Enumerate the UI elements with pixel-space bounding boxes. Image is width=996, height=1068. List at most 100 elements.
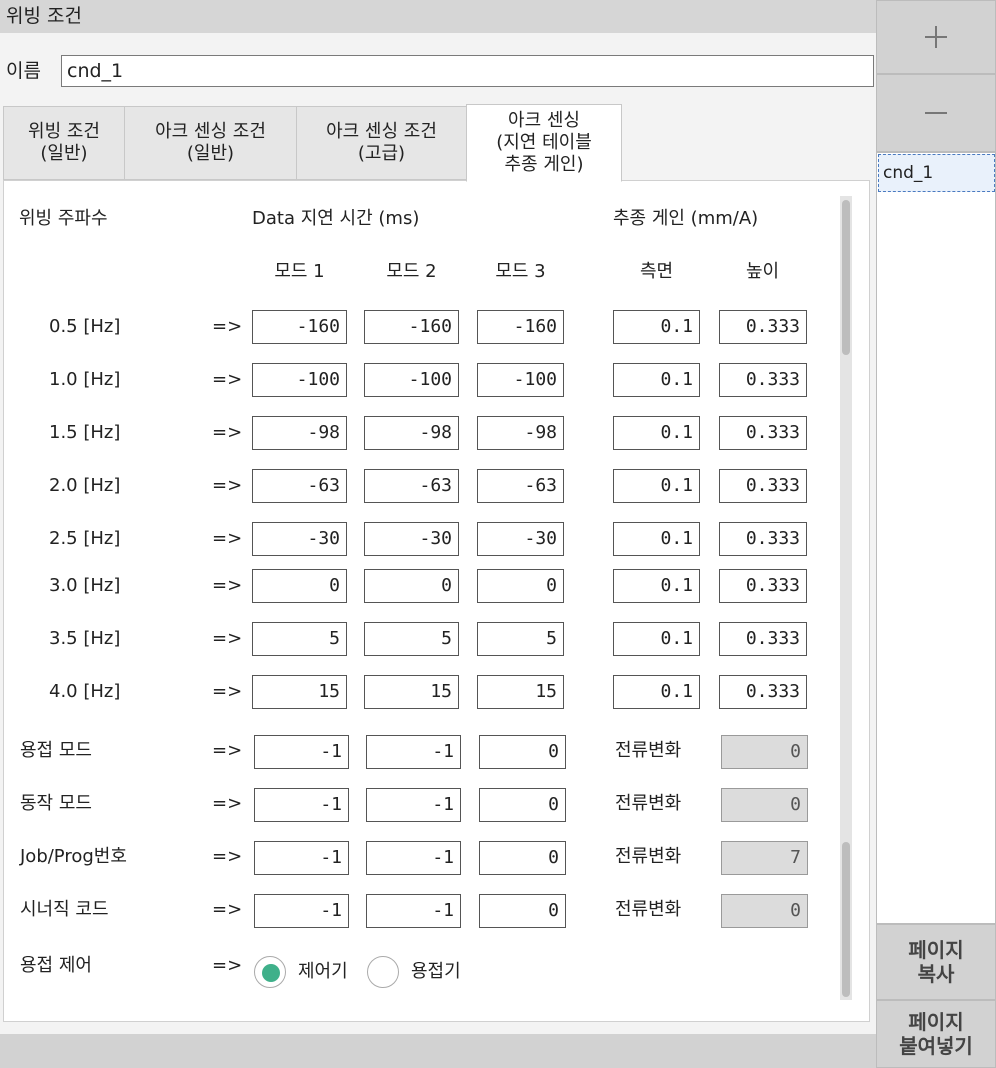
frequency-label: 2.0 [Hz]: [49, 475, 121, 496]
remove-condition-button[interactable]: [876, 74, 996, 152]
paste-page-button[interactable]: 페이지 붙여넣기: [876, 1000, 996, 1068]
radio-welder[interactable]: [367, 956, 399, 988]
delay-mode3-input[interactable]: 5: [477, 622, 564, 656]
delay-mode1-input[interactable]: -100: [252, 363, 347, 397]
delay-mode1-input[interactable]: 15: [252, 675, 347, 709]
tab-label-line2: (지연 테이블: [496, 132, 592, 153]
current-change-label: 전류변화: [615, 899, 682, 920]
header-tracking-gain: 추종 게인 (mm/A): [613, 208, 759, 229]
gain-side-input[interactable]: 0.1: [613, 469, 700, 503]
tab-arc-sensing-general[interactable]: 아크 센싱 조건 (일반): [124, 106, 297, 180]
param-mode2-input[interactable]: -1: [366, 841, 461, 875]
scrollbar-thumb-top[interactable]: [842, 200, 850, 355]
gain-side-input[interactable]: 0.1: [613, 622, 700, 656]
minus-icon: [925, 112, 947, 114]
delay-mode2-input[interactable]: 0: [364, 569, 459, 603]
delay-mode1-input[interactable]: 5: [252, 622, 347, 656]
gain-height-input[interactable]: 0.333: [719, 363, 807, 397]
header-mode-3: 모드 3: [495, 261, 546, 282]
delay-mode2-input[interactable]: 15: [364, 675, 459, 709]
arrow-label: =>: [212, 475, 243, 496]
copy-page-label-line1: 페이지: [908, 938, 964, 962]
param-mode3-input[interactable]: 0: [479, 735, 566, 769]
header-data-delay: Data 지연 시간 (ms): [252, 208, 420, 229]
gain-height-input[interactable]: 0.333: [719, 469, 807, 503]
delay-mode2-input[interactable]: -160: [364, 310, 459, 344]
delay-mode3-input[interactable]: 15: [477, 675, 564, 709]
delay-mode3-input[interactable]: -63: [477, 469, 564, 503]
delay-mode1-input[interactable]: -98: [252, 416, 347, 450]
delay-mode2-input[interactable]: -100: [364, 363, 459, 397]
delay-mode1-input[interactable]: -30: [252, 522, 347, 556]
arrow-label: =>: [212, 628, 243, 649]
tab-weaving-general[interactable]: 위빙 조건 (일반): [3, 106, 125, 180]
gain-side-input[interactable]: 0.1: [613, 522, 700, 556]
param-mode1-input[interactable]: -1: [254, 841, 349, 875]
gain-side-input[interactable]: 0.1: [613, 310, 700, 344]
paste-page-label-line1: 페이지: [908, 1010, 964, 1034]
gain-height-input[interactable]: 0.333: [719, 310, 807, 344]
delay-mode3-input[interactable]: -30: [477, 522, 564, 556]
gain-height-input[interactable]: 0.333: [719, 569, 807, 603]
tab-label-line2: (일반): [40, 143, 88, 164]
arrow-label: =>: [212, 740, 243, 761]
gain-height-input[interactable]: 0.333: [719, 522, 807, 556]
gain-height-input[interactable]: 0.333: [719, 675, 807, 709]
frequency-label: 3.5 [Hz]: [49, 628, 121, 649]
tab-label-line2: (일반): [186, 143, 235, 164]
tab-label-line3: 추종 게인): [504, 154, 584, 175]
gain-side-input[interactable]: 0.1: [613, 416, 700, 450]
add-condition-button[interactable]: [876, 0, 996, 74]
delay-mode2-input[interactable]: 5: [364, 622, 459, 656]
delay-mode2-input[interactable]: -30: [364, 522, 459, 556]
param-mode1-input[interactable]: -1: [254, 788, 349, 822]
param-label: Job/Prog번호: [20, 846, 127, 867]
param-mode2-input[interactable]: -1: [366, 788, 461, 822]
current-change-value: 7: [721, 841, 808, 875]
arrow-label: =>: [212, 899, 243, 920]
current-change-value: 0: [721, 788, 808, 822]
delay-mode2-input[interactable]: -63: [364, 469, 459, 503]
param-mode3-input[interactable]: 0: [479, 788, 566, 822]
param-mode1-input[interactable]: -1: [254, 735, 349, 769]
gain-height-input[interactable]: 0.333: [719, 622, 807, 656]
current-change-label: 전류변화: [615, 740, 682, 761]
delay-mode3-input[interactable]: -98: [477, 416, 564, 450]
frequency-label: 0.5 [Hz]: [49, 316, 121, 337]
param-mode2-input[interactable]: -1: [366, 735, 461, 769]
current-change-label: 전류변화: [615, 793, 682, 814]
arrow-label: =>: [212, 369, 243, 390]
condition-list-item[interactable]: cnd_1: [878, 154, 995, 192]
tab-arc-sensing-delay-table[interactable]: 아크 센싱 (지연 테이블 추종 게인): [466, 104, 622, 182]
param-mode3-input[interactable]: 0: [479, 894, 566, 928]
gain-height-input[interactable]: 0.333: [719, 416, 807, 450]
current-change-value: 0: [721, 894, 808, 928]
delay-mode1-input[interactable]: -63: [252, 469, 347, 503]
delay-mode2-input[interactable]: -98: [364, 416, 459, 450]
tab-label-line1: 아크 센싱 조건: [155, 121, 266, 142]
name-input[interactable]: cnd_1: [61, 55, 874, 87]
gain-side-input[interactable]: 0.1: [613, 569, 700, 603]
tab-label-line1: 아크 센싱 조건: [326, 121, 437, 142]
gain-side-input[interactable]: 0.1: [613, 363, 700, 397]
delay-mode3-input[interactable]: -100: [477, 363, 564, 397]
param-mode2-input[interactable]: -1: [366, 894, 461, 928]
condition-list[interactable]: [876, 152, 996, 924]
param-mode1-input[interactable]: -1: [254, 894, 349, 928]
scrollbar-thumb-bottom[interactable]: [842, 842, 850, 997]
frequency-label: 2.5 [Hz]: [49, 528, 121, 549]
gain-side-input[interactable]: 0.1: [613, 675, 700, 709]
delay-mode3-input[interactable]: -160: [477, 310, 564, 344]
name-label: 이름: [6, 60, 41, 82]
tab-label-line1: 아크 센싱: [508, 110, 580, 131]
param-mode3-input[interactable]: 0: [479, 841, 566, 875]
tab-arc-sensing-advanced[interactable]: 아크 센싱 조건 (고급): [296, 106, 467, 180]
arrow-label: =>: [212, 793, 243, 814]
radio-controller[interactable]: [254, 956, 286, 988]
delay-mode1-input[interactable]: 0: [252, 569, 347, 603]
delay-mode3-input[interactable]: 0: [477, 569, 564, 603]
copy-page-button[interactable]: 페이지 복사: [876, 924, 996, 1000]
param-label: 시너직 코드: [20, 899, 109, 920]
current-change-value: 0: [721, 735, 808, 769]
delay-mode1-input[interactable]: -160: [252, 310, 347, 344]
